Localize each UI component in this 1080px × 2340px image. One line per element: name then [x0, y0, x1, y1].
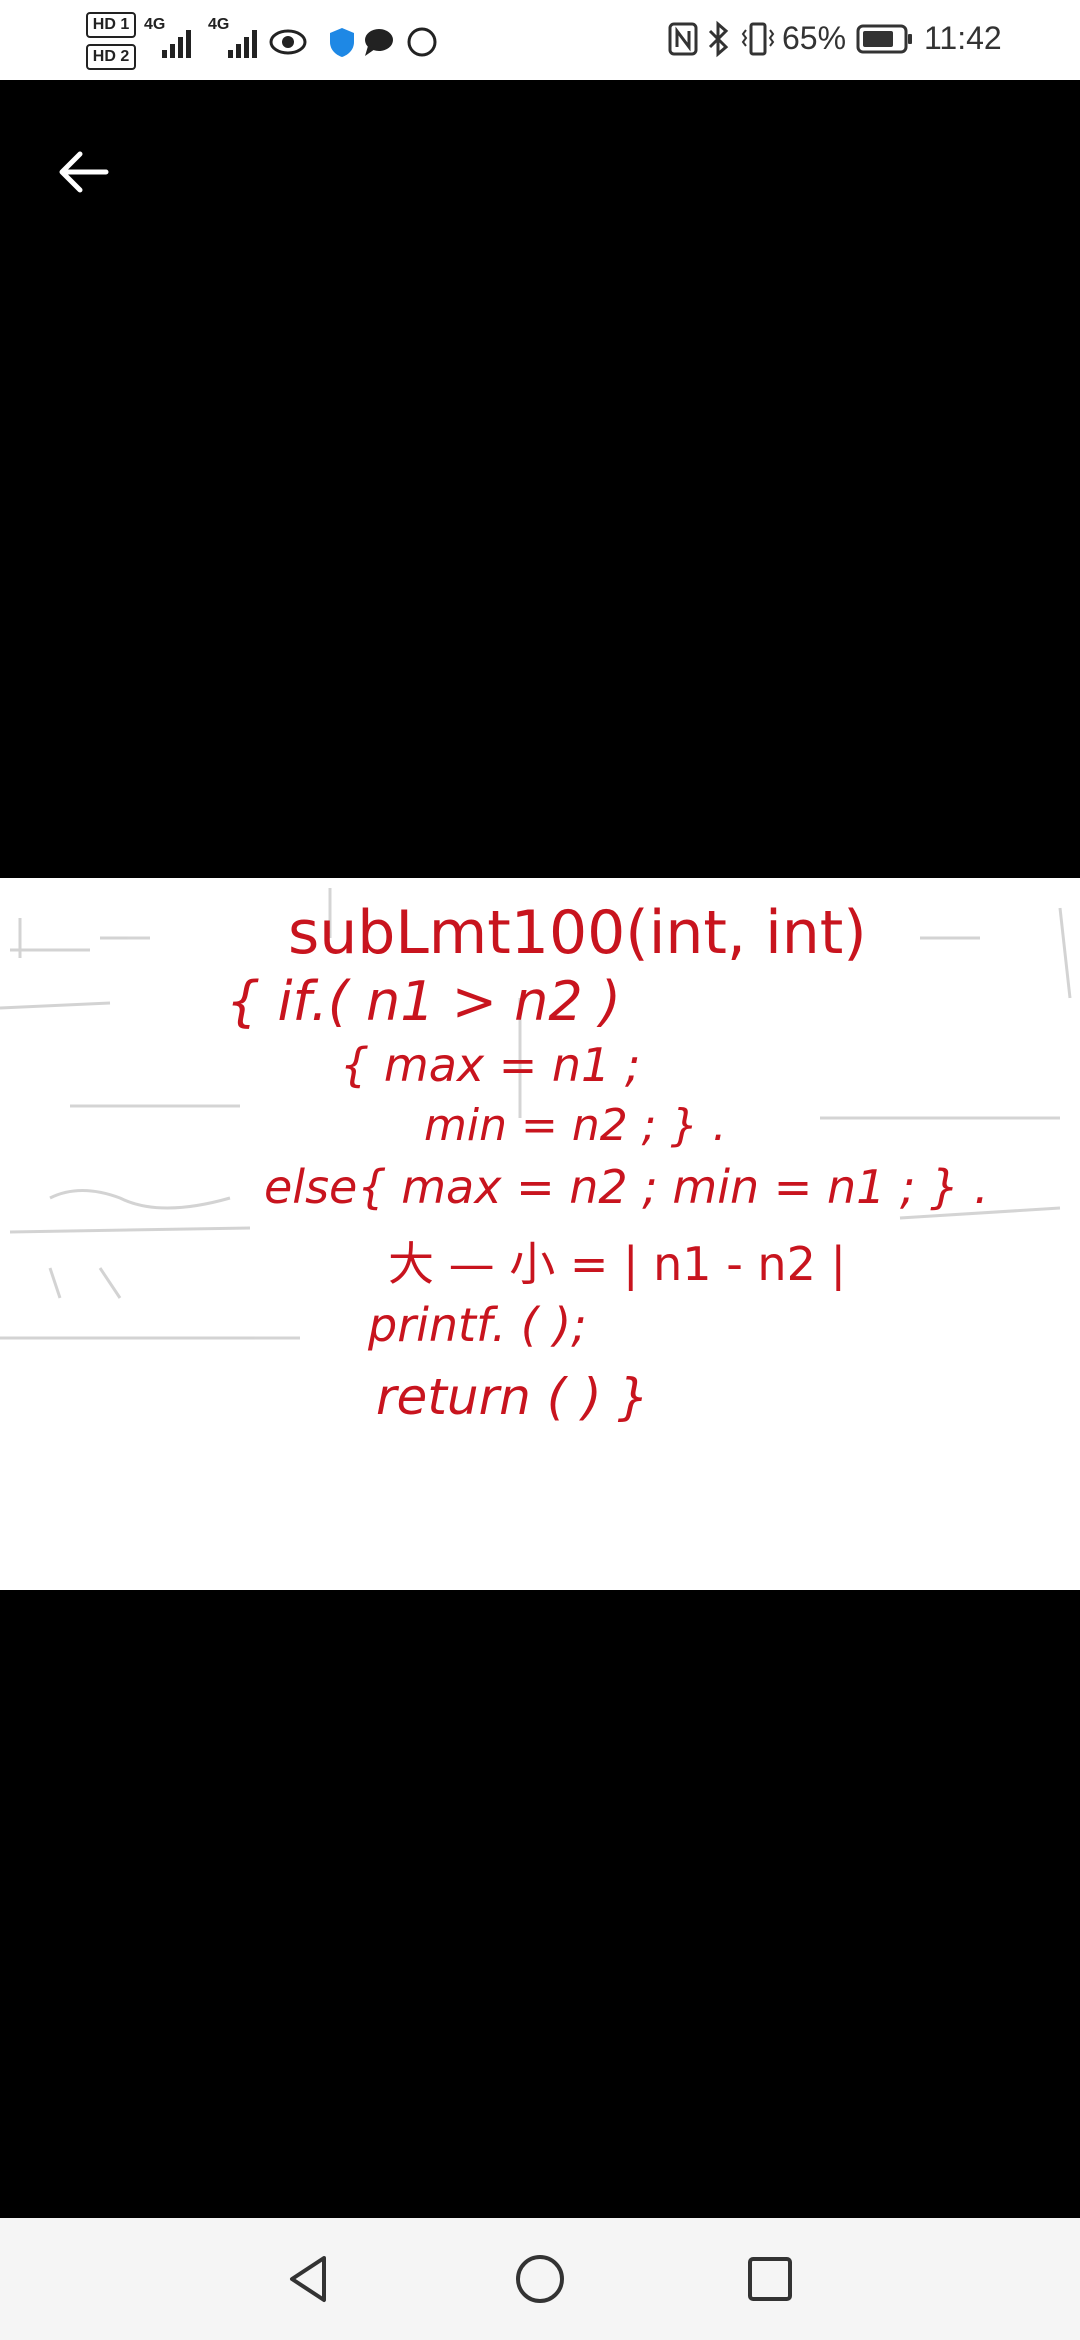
battery-icon: [856, 24, 912, 54]
handwriting-line-3: { max = n1 ;: [340, 1038, 641, 1092]
handwriting-line-7: printf. ( );: [368, 1298, 587, 1352]
status-right-group: 65% 11:42: [660, 0, 1080, 80]
sim1-badge: HD 1: [86, 12, 136, 38]
nfc-icon: [668, 22, 698, 56]
chat-bubble-icon: [365, 29, 393, 56]
handwriting-line-5: else{ max = n2 ; min = n1 ; } .: [264, 1160, 989, 1214]
eye-icon: [269, 29, 307, 55]
handwriting-line-2: { if.( n1 > n2 ): [226, 970, 621, 1033]
back-triangle-icon[interactable]: [274, 2244, 344, 2314]
status-bar: HD 1 HD 2 4G 4G 65% 11:42: [0, 0, 1080, 80]
sim2-badge: HD 2: [86, 44, 136, 70]
image-viewer[interactable]: subLmt100(int, int) { if.( n1 > n2 ) { m…: [0, 80, 1080, 2218]
arrow-left-icon[interactable]: [50, 138, 118, 206]
clock: 11:42: [924, 20, 1002, 56]
handwriting-line-6: 大 — 小 = | n1 - n2 |: [388, 1237, 846, 1291]
signal1-icon: [162, 30, 191, 58]
battery-percent: 65%: [782, 20, 847, 56]
bluetooth-icon: [708, 20, 729, 58]
home-circle-icon[interactable]: [505, 2244, 575, 2314]
navigation-bar: [0, 2218, 1080, 2340]
handwriting-line-4: min = n2 ; } .: [424, 1100, 727, 1151]
photo[interactable]: subLmt100(int, int) { if.( n1 > n2 ) { m…: [0, 878, 1080, 1590]
handwriting-line-1: subLmt100(int, int): [288, 898, 867, 968]
signal2-icon: [228, 30, 257, 58]
recent-square-icon[interactable]: [735, 2244, 805, 2314]
handwriting-line-8: return ( ) }: [376, 1368, 650, 1426]
ring-icon: [407, 27, 437, 57]
shield-icon: [330, 28, 354, 57]
vibrate-icon: [741, 22, 775, 56]
